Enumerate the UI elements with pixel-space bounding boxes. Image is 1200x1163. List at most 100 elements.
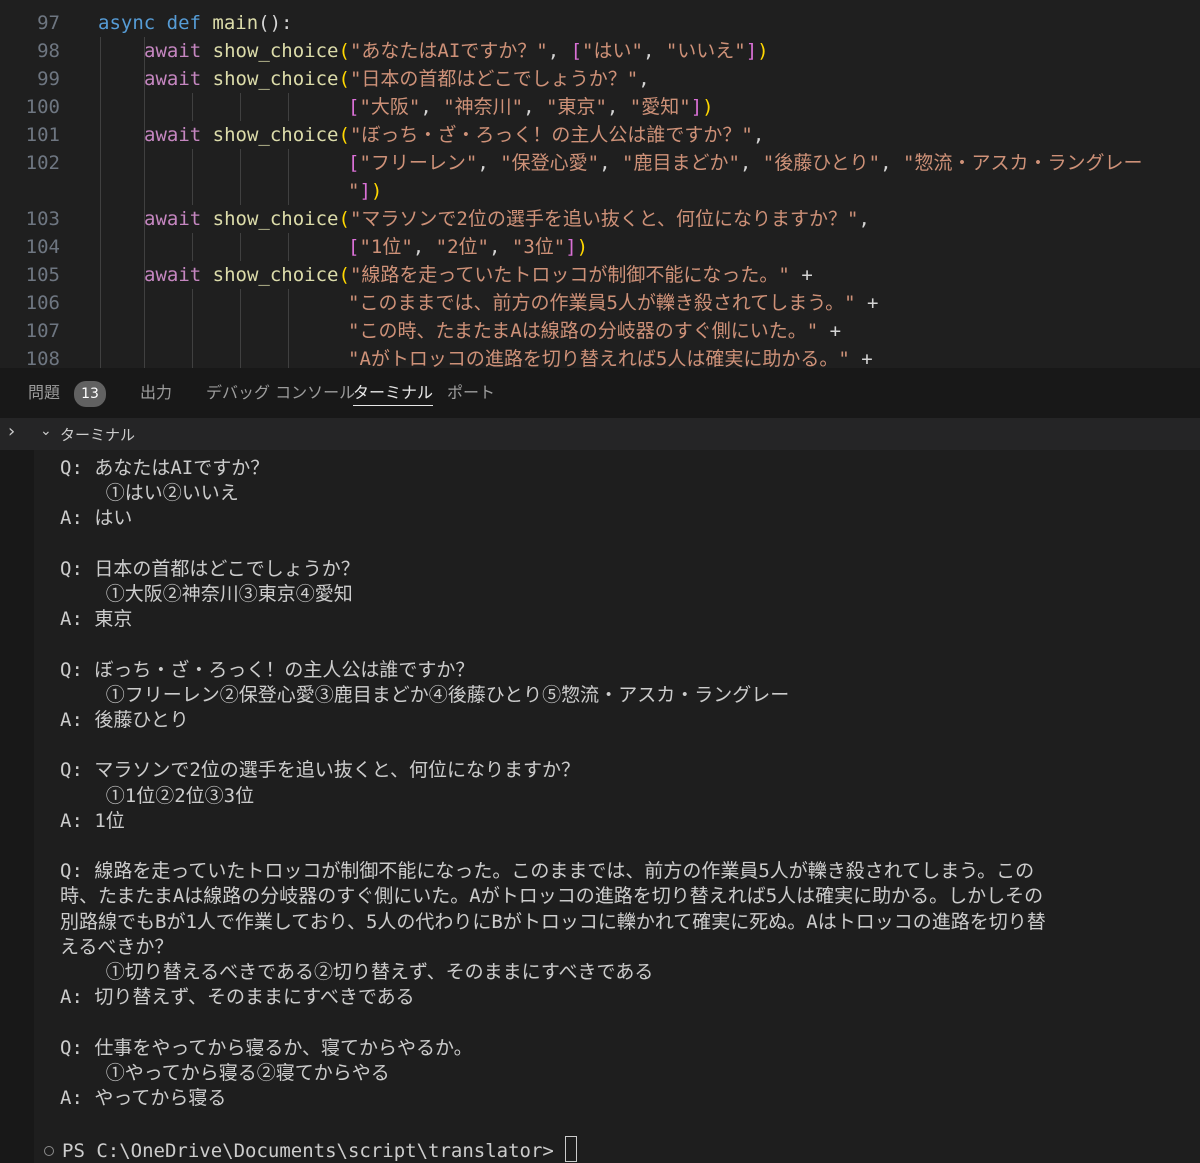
code-line[interactable]: 98 await show_choice("あなたはAIですか？", ["はい",… (0, 37, 1200, 65)
terminal-line: ①フリーレン②保登心愛③鹿目まどか④後藤ひとり⑤惣流・アスカ・ラングレー (60, 683, 790, 706)
code-text: ["大阪", "神奈川", "東京", "愛知"]) (348, 93, 714, 121)
code-token: [ (348, 96, 360, 118)
code-line[interactable]: 104 ["1位", "2位", "3位"]) (0, 233, 1200, 261)
code-token: "線路を走っていたトロッコが制御不能になった。" (349, 264, 790, 286)
indent-guide (288, 177, 289, 205)
code-token: await (144, 40, 213, 62)
code-token: + (789, 264, 813, 286)
code-token: ( (338, 208, 350, 230)
terminal-line: Q: あなたはAIですか？ (60, 457, 270, 479)
code-token: "この時、たまたまAは線路の分岐器のすぐ側にいた。" (348, 320, 819, 342)
indent-guide (240, 345, 241, 368)
line-number: 101 (25, 124, 60, 146)
terminal-prompt[interactable]: PS C:\OneDrive\Documents\script\translat… (44, 1136, 578, 1163)
code-token: ] (565, 236, 577, 258)
line-number: 97 (37, 12, 60, 34)
code-token: [ (348, 152, 360, 174)
code-token: async (98, 12, 167, 34)
code-token: "あなたはAIですか？" (349, 40, 548, 62)
terminal-line: Q: ぼっち・ざ・ろっく！の主人公は誰ですか？ (60, 658, 475, 681)
code-editor[interactable]: 97 async def main(): 98 await show_choice("… (0, 0, 1200, 368)
panel-tab[interactable]: 出力 (140, 368, 172, 418)
code-token: , (477, 152, 501, 174)
prompt-text: PS C:\OneDrive\Documents\script\translat… (62, 1140, 566, 1163)
terminal-output[interactable]: Q: あなたはAIですか？ ①はい②いいえ A: はい Q: 日本の首都はどこでしょ… (34, 450, 1200, 1163)
code-token: , (858, 208, 870, 230)
code-line[interactable]: 107 "この時、たまたまAは線路の分岐器のすぐ側にいた。" + (0, 317, 1200, 345)
code-line[interactable]: 103 await show_choice("マラソンで2位の選手を追い抜くと、何… (0, 205, 1200, 233)
terminal-line: Q: マラソンで2位の選手を追い抜くと、何位になりますか？ (60, 759, 580, 782)
terminal-line: Q: 線路を走っていたトロッコが制御不能になった。このままでは、前方の作業員5人… (60, 860, 1035, 883)
code-token: "1位" (359, 236, 413, 258)
indent-guide (288, 149, 289, 177)
panel-tab-label: 問題 (28, 383, 61, 402)
code-token: show_choice (212, 208, 339, 230)
code-token: ] (359, 180, 371, 202)
code-text: ["フリーレン", "保登心愛", "鹿目まどか", "後藤ひとり", "惣流・… (348, 149, 1142, 177)
code-token: "大阪" (359, 96, 421, 118)
code-line[interactable]: 99 await show_choice("日本の首都はどこでしょうか？", (0, 65, 1200, 93)
panel-tab-label: ポート (447, 383, 496, 402)
panel-tab-label: デバッグ コンソール (206, 383, 356, 402)
indent-guide (288, 345, 289, 368)
problems-count-badge: 13 (74, 381, 107, 407)
terminal-line: A: やってから寝る (60, 1087, 227, 1109)
code-text: async def main(): (98, 9, 293, 37)
chevron-down-icon[interactable]: ⌄ (40, 423, 52, 439)
code-token: "このままでは、前方の作業員5人が轢き殺されてしまう。" (348, 292, 856, 314)
line-number: 107 (25, 320, 60, 342)
terminal-line: Q: 日本の首都はどこでしょうか？ (60, 557, 360, 580)
code-token: "いいえ" (665, 40, 746, 62)
code-token: show_choice (212, 264, 339, 286)
code-line[interactable]: "]) (0, 177, 1200, 205)
indent-guide (288, 93, 289, 121)
code-line[interactable]: 100 ["大阪", "神奈川", "東京", "愛知"]) (0, 93, 1200, 121)
code-line[interactable]: 106 "このままでは、前方の作業員5人が轢き殺されてしまう。" + (0, 289, 1200, 317)
panel-tab[interactable]: ポート (447, 368, 495, 418)
panel-tab[interactable]: ターミナル (353, 368, 434, 418)
code-line[interactable]: 97 async def main(): (0, 9, 1200, 37)
code-line[interactable]: 102 ["フリーレン", "保登心愛", "鹿目まどか", "後藤ひとり", "… (0, 149, 1200, 177)
terminal-sidebar (0, 450, 34, 1163)
code-token: , (489, 236, 512, 258)
indent-guide (144, 289, 145, 317)
code-token: , (599, 152, 623, 174)
indent-guide (240, 289, 241, 317)
code-token: + (818, 320, 842, 342)
panel-tab-bar: 問題 13 出力 デバッグ コンソール ターミナル ポート (0, 368, 1200, 418)
terminal-line: A: 東京 (60, 608, 133, 631)
code-token: "フリーレン" (359, 152, 478, 174)
code-text: "]) (348, 177, 382, 205)
code-token: , (880, 152, 903, 174)
code-text: ["1位", "2位", "3位"]) (348, 233, 588, 261)
code-text: await show_choice("あなたはAIですか？", ["はい", "… (144, 37, 769, 65)
indent-guide (192, 177, 193, 205)
indent-guide (100, 205, 101, 233)
terminal-section-title[interactable]: ターミナル (60, 424, 135, 445)
indent-guide (100, 177, 101, 205)
panel-tab[interactable]: デバッグ コンソール (206, 368, 355, 418)
code-token: "マラソンで2位の選手を追い抜くと、何位になりますか？" (349, 208, 859, 230)
line-number: 105 (25, 264, 60, 286)
panel-tab-label: 出力 (140, 383, 173, 402)
code-text: "このままでは、前方の作業員5人が轢き殺されてしまう。" + (348, 289, 879, 317)
panel-tab[interactable]: 問題 13 (28, 368, 107, 418)
code-token: , (739, 152, 763, 174)
indent-guide (240, 177, 241, 205)
code-token: ( (338, 40, 350, 62)
code-token: "保登心愛" (500, 152, 600, 174)
code-token: def (166, 12, 213, 34)
code-token: ] (745, 40, 758, 62)
code-token: show_choice (212, 68, 339, 90)
code-token: , (412, 236, 436, 258)
code-line[interactable]: 105 await show_choice("線路を走っていたトロッコが制御不能に… (0, 261, 1200, 289)
indent-guide (288, 289, 289, 317)
terminal-line: ①切り替えるべきである②切り替えず、そのままにすべきである (60, 961, 654, 983)
chevron-right-icon[interactable]: › (8, 421, 15, 442)
indent-guide (144, 93, 145, 121)
line-number: 100 (25, 96, 60, 118)
indent-guide (144, 233, 145, 261)
code-line[interactable]: 108 "Aがトロッコの進路を切り替えれば5人は確実に助かる。" + (0, 345, 1200, 368)
code-token: , (420, 96, 444, 118)
code-line[interactable]: 101 await show_choice("ぼっち・ざ・ろっく！の主人公は誰です… (0, 121, 1200, 149)
